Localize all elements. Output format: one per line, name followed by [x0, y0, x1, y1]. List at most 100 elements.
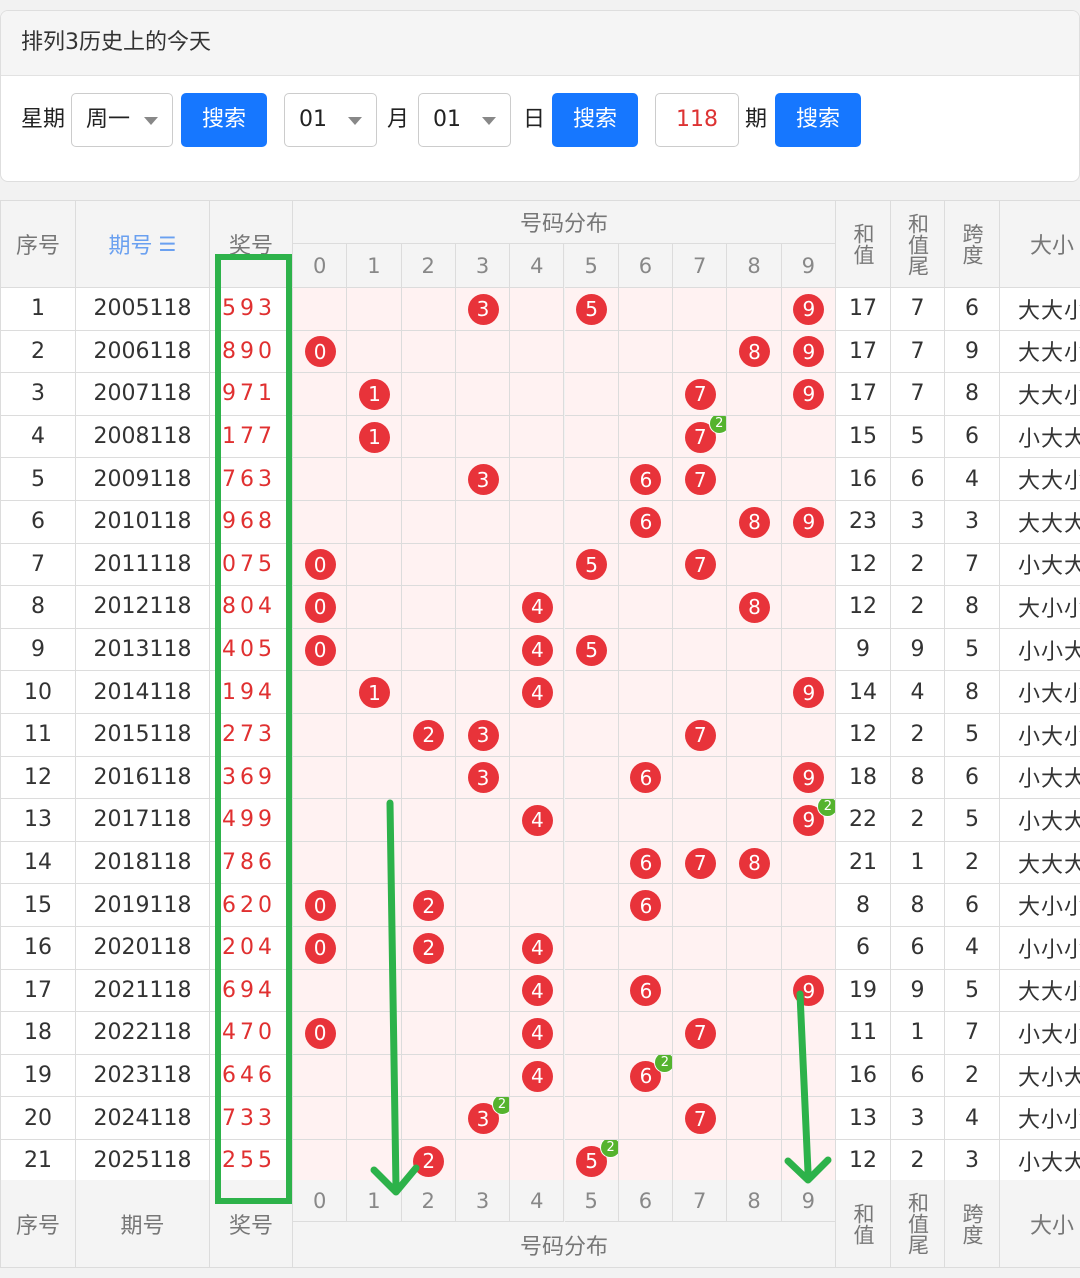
digit-header-4: 4 — [510, 1180, 565, 1222]
header-period[interactable]: 期号 ☰ — [76, 200, 210, 288]
search-date-button[interactable]: 搜索 — [552, 93, 638, 147]
day-select[interactable]: 01 — [418, 93, 511, 147]
cell-sum: 12 — [836, 543, 891, 587]
distribution-cell-6 — [618, 586, 674, 629]
table-row[interactable]: 202024118733 1334大小小 32 7 — [0, 1097, 1080, 1140]
table-row[interactable]: 152019118620886大小小026 — [0, 884, 1080, 927]
distribution-cell-8 — [727, 1054, 782, 1098]
cell-draw: 786 — [210, 841, 293, 885]
distribution-cell-2 — [401, 756, 456, 800]
table-row[interactable]: 820121188041228大小小048 — [0, 586, 1080, 629]
issue-input[interactable]: 118 — [655, 93, 739, 147]
cell-sum-tail: 2 — [891, 1140, 945, 1183]
table-row[interactable]: 1020141181941448小大小149 — [0, 671, 1080, 714]
distribution-cell-3 — [455, 671, 511, 714]
cell-size: 大大小 — [1000, 969, 1080, 1013]
cell-period: 2019118 — [76, 884, 210, 927]
distribution-cell-8 — [727, 714, 782, 757]
ball-8: 8 — [739, 847, 771, 879]
ball-4: 4 — [521, 677, 553, 709]
search-week-button[interactable]: 搜索 — [181, 93, 267, 147]
cell-size: 大小小 — [1000, 586, 1080, 629]
month-select[interactable]: 01 — [284, 93, 377, 147]
search-issue-button[interactable]: 搜索 — [775, 93, 861, 147]
distribution-cell-2: 2 — [401, 927, 456, 970]
distribution-cell-4 — [510, 543, 565, 587]
distribution-cell-2 — [401, 415, 456, 459]
table-row[interactable]: 2120251182551223小大大252 — [0, 1140, 1080, 1183]
distribution-cell-5 — [564, 415, 619, 459]
cell-index: 18 — [0, 1012, 76, 1055]
table-row[interactable]: 42008118177 1556小大大 1 72 — [0, 415, 1080, 459]
table-row[interactable]: 1720211186941995大大小469 — [0, 969, 1080, 1013]
distribution-cell-6 — [618, 671, 674, 714]
cell-span: 8 — [945, 373, 1000, 416]
ball-5: 5 — [576, 549, 608, 581]
cell-span: 7 — [945, 1012, 1000, 1055]
table-row[interactable]: 1220161183691886小大大369 — [0, 756, 1080, 800]
table-row[interactable]: 92013118405995小小大045 — [0, 628, 1080, 672]
distribution-cell-9: 9 — [781, 501, 836, 544]
footer-size: 大小 — [1000, 1180, 1080, 1268]
table-row[interactable]: 12005118593 1776大大小 3 5 9 — [0, 288, 1080, 331]
table-row[interactable]: 720111180751227小大大057 — [0, 543, 1080, 587]
cell-draw: 075 — [210, 543, 293, 587]
table-row[interactable]: 1920231186461662大小大462 — [0, 1054, 1080, 1098]
distribution-cell-7: 7 — [673, 714, 728, 757]
table-row[interactable]: 520091187631664大大小367 — [0, 458, 1080, 501]
distribution-cell-0: 0 — [293, 1012, 348, 1055]
distribution-cell-8 — [727, 373, 782, 416]
table-row[interactable]: 1320171184992225小大大492 — [0, 799, 1080, 842]
table-row[interactable]: 1120151182731225小大小237 — [0, 714, 1080, 757]
ball-4: 4 — [521, 1060, 553, 1092]
distribution-cell-1 — [347, 1140, 402, 1183]
distribution-cell-0 — [293, 1097, 348, 1140]
distribution-cell-5: 52 — [564, 1140, 619, 1183]
distribution-cell-4 — [510, 884, 565, 927]
ball-0: 0 — [304, 549, 336, 581]
cell-draw: 194 — [210, 671, 293, 714]
distribution-cell-5 — [564, 969, 619, 1013]
sort-icon[interactable]: ☰ — [159, 232, 177, 256]
cell-span: 6 — [945, 288, 1000, 331]
cell-sum-tail: 8 — [891, 884, 945, 927]
day-select-value: 01 — [433, 107, 461, 132]
cell-size: 大小小 — [1000, 1097, 1080, 1140]
cell-span: 6 — [945, 884, 1000, 927]
cell-draw: 694 — [210, 969, 293, 1013]
distribution-cell-7: 7 — [673, 1012, 728, 1055]
distribution-cell-0: 0 — [293, 543, 348, 587]
distribution-cell-0 — [293, 756, 348, 800]
week-select[interactable]: 周一 — [71, 93, 173, 147]
ball-4: 4 — [521, 591, 553, 623]
ball-4: 4 — [521, 1017, 553, 1049]
distribution-cell-9: 9 — [781, 671, 836, 714]
distribution-cell-3 — [455, 501, 511, 544]
distribution-cell-8 — [727, 415, 782, 459]
cell-index: 8 — [0, 586, 76, 629]
ball-7: 7 — [684, 1103, 716, 1135]
digit-header-8: 8 — [727, 244, 782, 288]
table-row[interactable]: 162020118204664小小小024 — [0, 927, 1080, 970]
table-row[interactable]: 320071189711778大大小179 — [0, 373, 1080, 416]
cell-index: 2 — [0, 330, 76, 374]
table-row[interactable]: 1820221184701117小大小047 — [0, 1012, 1080, 1055]
cell-size: 小大大 — [1000, 756, 1080, 800]
ball-7: 7 — [684, 847, 716, 879]
table-row[interactable]: 142018118786 2112大大大 678 — [0, 841, 1080, 885]
footer-sum: 和值 — [836, 1180, 891, 1268]
ball-4: 4 — [521, 975, 553, 1007]
distribution-cell-3: 32 — [455, 1097, 511, 1140]
footer-period: 期号 — [76, 1180, 210, 1268]
cell-sum: 17 — [836, 288, 891, 331]
distribution-cell-6: 6 — [618, 501, 674, 544]
table-row[interactable]: 620101189682333大大大689 — [0, 501, 1080, 544]
table-row[interactable]: 220061188901779大大小089 — [0, 330, 1080, 374]
cell-size: 小大大 — [1000, 415, 1080, 459]
distribution-cell-4: 4 — [510, 586, 565, 629]
distribution-cell-4: 4 — [510, 1054, 565, 1098]
distribution-cell-5 — [564, 330, 619, 374]
distribution-cell-7 — [673, 288, 728, 331]
distribution-cell-3 — [455, 586, 511, 629]
distribution-cell-9 — [781, 1140, 836, 1183]
